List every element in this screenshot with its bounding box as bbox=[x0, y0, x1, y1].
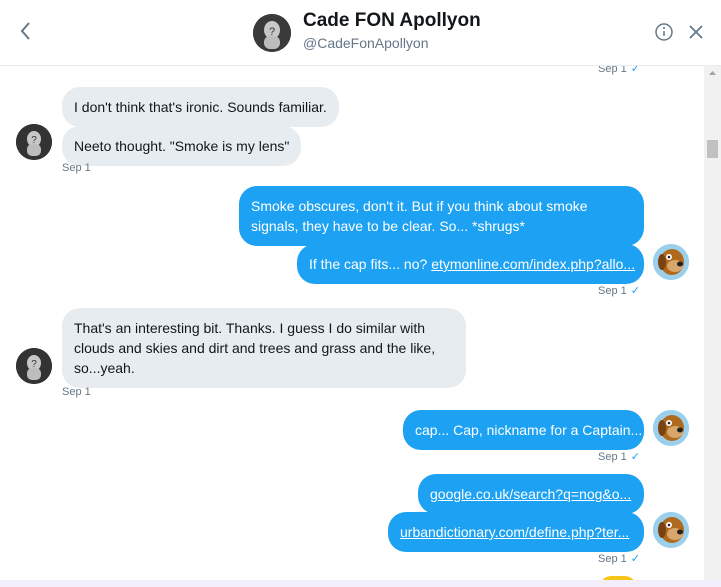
scrollbar[interactable] bbox=[704, 66, 721, 580]
cartoon-dog-icon bbox=[653, 244, 689, 280]
message-meta: Sep 1 ✓ bbox=[598, 285, 640, 297]
composer-edge bbox=[0, 580, 721, 587]
message-bubble-incoming[interactable]: That's an interesting bit. Thanks. I gue… bbox=[62, 308, 466, 388]
cartoon-dog-icon bbox=[653, 410, 689, 446]
avatar[interactable] bbox=[653, 410, 689, 446]
message-meta: Sep 1 bbox=[62, 162, 91, 174]
message-text: If the cap fits... no? bbox=[309, 256, 432, 272]
cartoon-dog-icon bbox=[653, 512, 689, 548]
message-text: Smoke obscures, don't it. But if you thi… bbox=[251, 198, 588, 234]
scroll-up-arrow-icon[interactable] bbox=[704, 66, 721, 80]
message-meta: Sep 1 bbox=[62, 386, 91, 398]
message-link[interactable]: google.co.uk/search?q=nog&o... bbox=[430, 486, 631, 502]
message-bubble-outgoing[interactable]: If the cap fits... no? etymonline.com/in… bbox=[297, 244, 644, 284]
info-icon[interactable] bbox=[654, 22, 674, 42]
avatar[interactable]: ? bbox=[16, 348, 52, 384]
hooded-figure-icon: ? bbox=[253, 14, 291, 52]
user-handle: @CadeFonApollyon bbox=[303, 35, 429, 51]
message-text: That's an interesting bit. Thanks. I gue… bbox=[74, 320, 436, 376]
scrollbar-thumb[interactable] bbox=[707, 140, 718, 158]
message-bubble-outgoing[interactable]: Smoke obscures, don't it. But if you thi… bbox=[239, 186, 644, 246]
message-link[interactable]: urbandictionary.com/define.php?ter... bbox=[400, 524, 629, 540]
svg-text:?: ? bbox=[31, 135, 37, 146]
conversation-header: ? Cade FON Apollyon @CadeFonApollyon bbox=[0, 0, 721, 66]
message-text: Neeto thought. "Smoke is my lens" bbox=[74, 138, 290, 154]
read-receipt-icon: ✓ bbox=[630, 66, 640, 75]
message-bubble-outgoing[interactable]: google.co.uk/search?q=nog&o... bbox=[418, 474, 644, 514]
avatar[interactable]: ? bbox=[16, 124, 52, 160]
close-icon[interactable] bbox=[686, 22, 706, 42]
message-meta: Sep 1 ✓ bbox=[598, 451, 640, 463]
message-thread[interactable]: Sep 1 ✓ I don't think that's ironic. Soun… bbox=[0, 66, 704, 580]
message-bubble-incoming[interactable]: I don't think that's ironic. Sounds fami… bbox=[62, 87, 339, 127]
avatar[interactable] bbox=[653, 512, 689, 548]
hooded-figure-icon: ? bbox=[16, 348, 52, 384]
message-bubble-outgoing[interactable]: urbandictionary.com/define.php?ter... bbox=[388, 512, 644, 552]
read-receipt-icon: ✓ bbox=[630, 553, 640, 565]
read-receipt-icon: ✓ bbox=[630, 285, 640, 297]
svg-text:?: ? bbox=[269, 26, 275, 38]
message-link[interactable]: etymonline.com/index.php?allo... bbox=[431, 256, 635, 272]
svg-text:?: ? bbox=[31, 359, 37, 370]
message-meta: Sep 1 ✓ bbox=[598, 66, 640, 75]
message-meta: Sep 1 ✓ bbox=[598, 553, 640, 565]
page-title: Cade FON Apollyon bbox=[303, 10, 481, 31]
avatar[interactable] bbox=[653, 244, 689, 280]
message-bubble-incoming[interactable]: Neeto thought. "Smoke is my lens" bbox=[62, 126, 302, 166]
message-text: I don't think that's ironic. Sounds fami… bbox=[74, 99, 327, 115]
message-text: cap... Cap, nickname for a Captain... bbox=[415, 422, 643, 438]
avatar[interactable]: ? bbox=[253, 14, 291, 52]
back-arrow-icon[interactable] bbox=[14, 18, 38, 44]
hooded-figure-icon: ? bbox=[16, 124, 52, 160]
message-bubble-outgoing[interactable]: cap... Cap, nickname for a Captain... bbox=[403, 410, 644, 450]
read-receipt-icon: ✓ bbox=[630, 451, 640, 463]
